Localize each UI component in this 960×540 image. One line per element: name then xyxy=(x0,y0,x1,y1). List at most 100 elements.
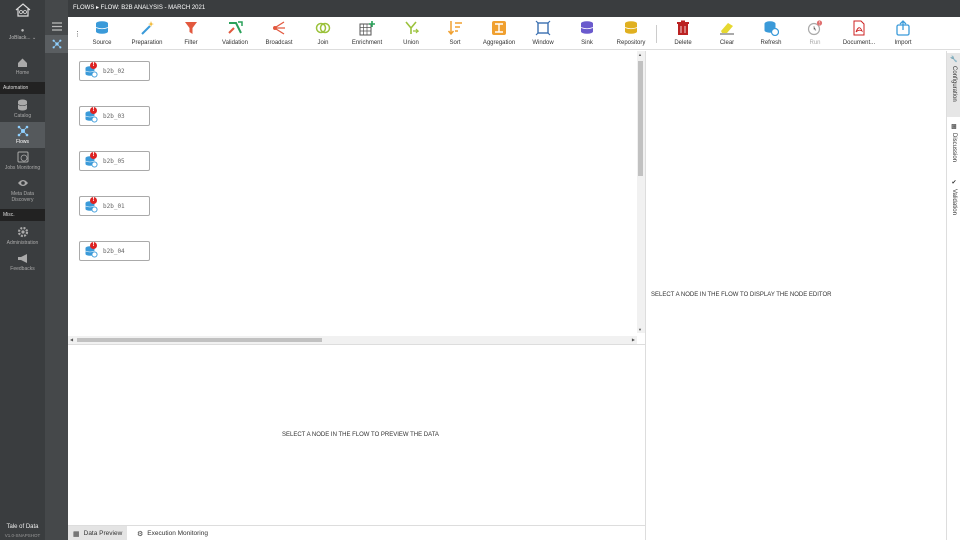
source-icon xyxy=(95,21,109,34)
preparation-label: Preparation xyxy=(131,40,163,46)
pdf-icon xyxy=(853,20,865,36)
svg-text:!: ! xyxy=(819,21,821,26)
clear-button[interactable]: Clear xyxy=(704,20,750,46)
tab-configuration-label: Configuration xyxy=(951,66,957,102)
app-version: V1.0-SNAPSHOT xyxy=(4,533,41,538)
preparation-button[interactable]: Preparation xyxy=(124,20,170,46)
nav-home[interactable]: Home xyxy=(0,53,45,79)
document-button[interactable]: Document... xyxy=(836,20,882,46)
scroll-left-icon[interactable]: ◀ xyxy=(70,337,73,342)
scrollbar-thumb[interactable] xyxy=(638,61,643,176)
scroll-up-icon[interactable]: ▲ xyxy=(638,52,642,57)
error-badge: ! xyxy=(90,242,97,249)
window-button[interactable]: Window xyxy=(520,20,566,46)
tab-data-preview-label: Data Preview xyxy=(83,530,123,537)
nav-administration[interactable]: Administration xyxy=(0,223,45,249)
scroll-down-icon[interactable]: ▼ xyxy=(638,327,642,332)
node-label: b2b_04 xyxy=(103,247,125,255)
grid-icon: ▦ xyxy=(73,530,80,538)
aggregation-button[interactable]: Aggregation xyxy=(476,20,522,46)
sort-label: Sort xyxy=(449,40,461,46)
source-node-icon: ! xyxy=(84,242,98,258)
nav-jobs-monitoring[interactable]: Jobs Monitoring xyxy=(0,148,45,174)
refresh-button[interactable]: Refresh xyxy=(748,20,794,46)
repository-icon xyxy=(624,21,638,34)
flow-node[interactable]: ! b2b_01 xyxy=(79,196,150,216)
delete-label: Delete xyxy=(674,40,692,46)
nav-section-automation: Automation xyxy=(0,82,45,94)
sink-button[interactable]: Sink xyxy=(564,20,610,46)
flow-node[interactable]: ! b2b_04 xyxy=(79,241,150,261)
enrichment-label: Enrichment xyxy=(351,40,383,46)
preview-empty-message: SELECT A NODE IN THE FLOW TO PREVIEW THE… xyxy=(282,432,439,438)
clear-label: Clear xyxy=(719,40,735,46)
join-button[interactable]: Join xyxy=(300,20,346,46)
document-label: Document... xyxy=(842,40,876,46)
delete-button[interactable]: Delete xyxy=(660,20,706,46)
list-icon[interactable] xyxy=(45,17,68,35)
flow-node[interactable]: ! b2b_03 xyxy=(79,106,150,126)
bottom-tabs: ▦ Data Preview ⚙ Execution Monitoring xyxy=(68,525,645,540)
flow-node[interactable]: ! b2b_02 xyxy=(79,61,150,81)
flow-graph-icon[interactable] xyxy=(45,35,68,53)
filter-button[interactable]: Filter xyxy=(168,20,214,46)
run-button[interactable]: ! Run xyxy=(792,20,838,46)
validation-label: Validation xyxy=(222,40,248,46)
flow-canvas[interactable]: ! b2b_02 ! b2b_03 ! b2b_05 ! b2b_01 ! b2… xyxy=(68,51,645,345)
tab-discussion[interactable]: ▩ Discussion xyxy=(947,121,960,173)
union-icon xyxy=(405,21,419,34)
run-clock-icon: ! xyxy=(807,20,823,36)
wrench-icon: 🔧 xyxy=(950,57,958,63)
tab-validation-label: Validation xyxy=(951,189,957,215)
scroll-right-icon[interactable]: ▶ xyxy=(632,337,635,342)
gear-icon: ⚙ xyxy=(137,530,144,538)
refresh-label: Refresh xyxy=(760,40,782,46)
error-badge: ! xyxy=(90,152,97,159)
logo-icon[interactable] xyxy=(0,2,45,20)
tab-execution-monitoring[interactable]: ⚙ Execution Monitoring xyxy=(132,526,213,540)
sink-label: Sink xyxy=(581,40,593,46)
enrichment-button[interactable]: Enrichment xyxy=(344,20,390,46)
nav-feedbacks[interactable]: Feedbacks xyxy=(0,249,45,275)
node-label: b2b_03 xyxy=(103,112,125,120)
node-label: b2b_01 xyxy=(103,202,125,210)
tab-data-preview[interactable]: ▦ Data Preview xyxy=(68,526,128,540)
chevron-down-icon: ⌄ xyxy=(31,35,37,41)
gear-icon xyxy=(17,226,29,238)
eye-icon xyxy=(17,177,29,189)
nav-jobs-label: Jobs Monitoring xyxy=(4,165,41,171)
tab-execution-monitoring-label: Execution Monitoring xyxy=(147,530,208,537)
window-label: Window xyxy=(532,40,554,46)
sort-icon xyxy=(447,21,462,36)
nav-catalog[interactable]: Catalog xyxy=(0,96,45,122)
source-node-icon: ! xyxy=(84,152,98,168)
flow-node[interactable]: ! b2b_05 xyxy=(79,151,150,171)
user-menu[interactable]: ● JoBlack... ⌄ xyxy=(0,28,45,41)
canvas-vertical-scrollbar[interactable]: ▲ ▼ xyxy=(637,51,645,333)
toolbar: ⋮ Source Preparation Filter Validation B… xyxy=(68,17,960,50)
node-editor-empty-message: SELECT A NODE IN THE FLOW TO DISPLAY THE… xyxy=(651,292,832,298)
eraser-icon xyxy=(720,23,734,35)
validation-button[interactable]: Validation xyxy=(212,20,258,46)
source-button[interactable]: Source xyxy=(79,20,125,46)
repository-button[interactable]: Repository xyxy=(608,20,654,46)
join-icon xyxy=(315,22,331,34)
union-button[interactable]: Union xyxy=(388,20,434,46)
sort-button[interactable]: Sort xyxy=(432,20,478,46)
canvas-horizontal-scrollbar[interactable]: ◀ ▶ xyxy=(68,336,637,344)
nav-metadata-discovery[interactable]: Meta Data Discovery xyxy=(0,174,45,206)
tab-configuration[interactable]: 🔧 Configuration xyxy=(947,53,960,117)
right-side-tabs: 🔧 Configuration ▩ Discussion ✔ Validatio… xyxy=(946,51,960,540)
nav-section-misc: Misc. xyxy=(0,209,45,221)
nav-flows-label: Flows xyxy=(15,139,30,145)
nav-flows[interactable]: Flows xyxy=(0,122,45,148)
broadcast-button[interactable]: Broadcast xyxy=(256,20,302,46)
import-button[interactable]: Import xyxy=(880,20,926,46)
scrollbar-thumb[interactable] xyxy=(77,338,322,342)
aggregation-label: Aggregation xyxy=(482,40,516,46)
import-label: Import xyxy=(894,40,912,46)
comments-icon: ▩ xyxy=(951,124,957,130)
secondary-rail xyxy=(45,0,68,540)
error-badge: ! xyxy=(90,62,97,69)
tab-validation[interactable]: ✔ Validation xyxy=(947,177,960,227)
